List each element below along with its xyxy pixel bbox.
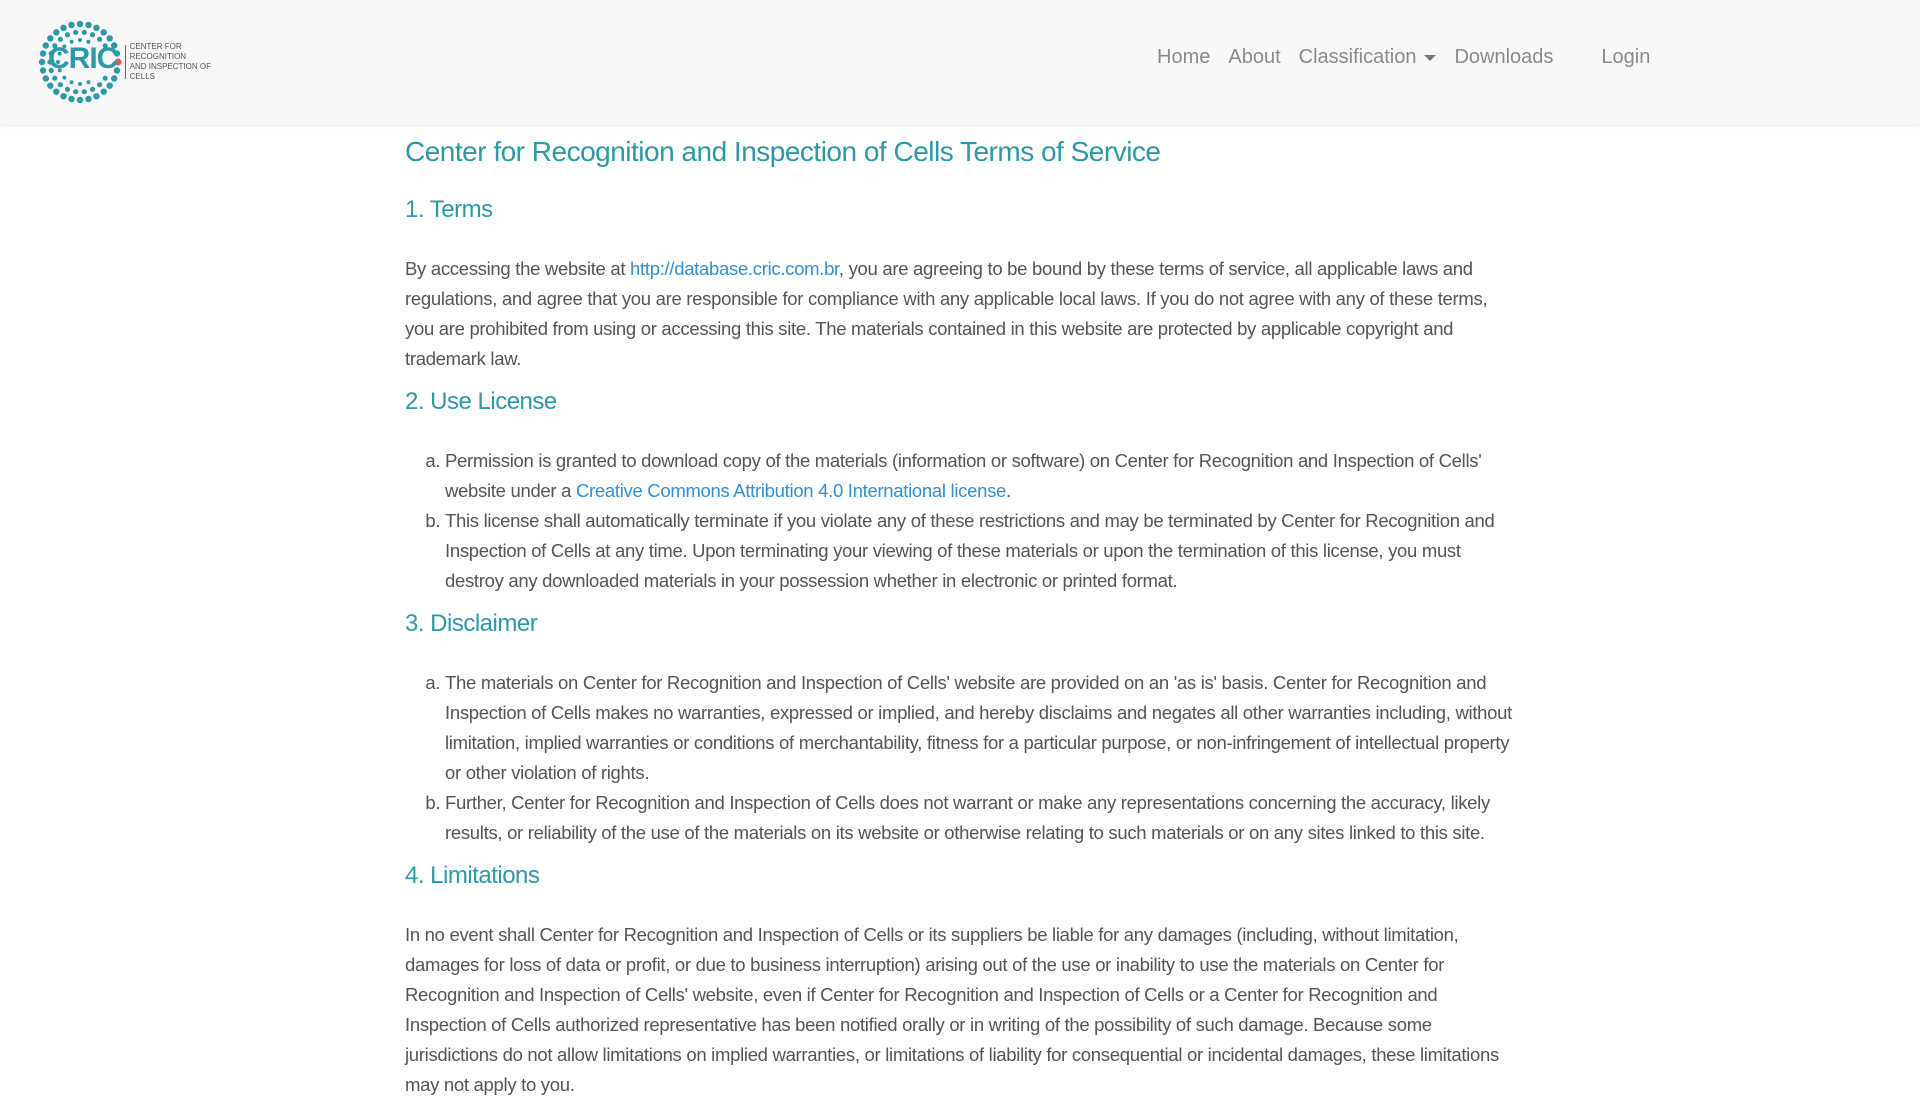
cric-logo[interactable]: CRIC Center for Recognition and Inspecti… — [38, 20, 228, 104]
logo-letters: CRIC — [48, 42, 118, 75]
logo-dot — [60, 24, 67, 31]
logo-dot — [76, 96, 84, 104]
top-navbar: CRIC Center for Recognition and Inspecti… — [0, 0, 1920, 125]
nav-classification-dropdown[interactable]: Classification — [1299, 46, 1437, 69]
nav-login-link[interactable]: Login — [1601, 46, 1650, 69]
logo-dot — [89, 32, 96, 38]
use-license-item-a: Permission is granted to download copy o… — [445, 446, 1515, 506]
logo-dot — [93, 93, 100, 100]
logo-subtitle-line-1: Center for Recognition — [129, 42, 187, 61]
logo-dot — [81, 29, 87, 35]
logo-dot — [86, 80, 91, 85]
nav-classification-label: Classification — [1298, 46, 1417, 68]
logo-dot — [73, 89, 79, 95]
logo-dot — [57, 82, 63, 88]
logo-dot — [102, 75, 108, 81]
terms-heading: 1. Terms — [405, 196, 493, 223]
nav-links: Home About Classification Downloads Logi… — [1157, 46, 1668, 69]
logo-dot — [78, 82, 82, 86]
logo-dot — [42, 75, 49, 82]
logo-dot — [47, 82, 54, 89]
logo-dot — [97, 82, 103, 88]
logo-dot — [89, 86, 96, 92]
terms-paragraph: By accessing the website at http://datab… — [405, 254, 1515, 374]
disclaimer-list: The materials on Center for Recognition … — [405, 668, 1515, 848]
logo-dot — [53, 29, 60, 36]
page-title: Center for Recognition and Inspection of… — [405, 136, 1161, 167]
logo-dot — [106, 35, 113, 42]
logo-dot — [111, 75, 118, 82]
logo-dot — [106, 82, 113, 89]
terms-text-before-link: By accessing the website at — [405, 258, 631, 279]
disclaimer-item-b: Further, Center for Recognition and Insp… — [445, 788, 1515, 848]
logo-dot — [68, 95, 75, 103]
logo-subtitle: Center for Recognition and Inspection of… — [130, 42, 228, 82]
nav-about-link[interactable]: About — [1228, 46, 1280, 69]
logo-dot — [69, 80, 74, 85]
logo-divider — [124, 45, 126, 79]
logo-dot — [85, 21, 92, 29]
logo-dot — [64, 32, 71, 38]
logo-dot — [62, 75, 67, 80]
database-link[interactable]: http://database.cric.com.br — [630, 258, 839, 279]
disclaimer-heading: 3. Disclaimer — [405, 610, 538, 637]
terms-content: Center for Recognition and Inspection of… — [405, 128, 1515, 1114]
nav-home-link[interactable]: Home — [1157, 46, 1210, 69]
logo-subtitle-line-2: and Inspection of Cells — [129, 62, 211, 81]
cc-license-link[interactable]: Creative Commons Attribution 4.0 Interna… — [576, 480, 1006, 501]
disclaimer-item-a: The materials on Center for Recognition … — [445, 668, 1515, 788]
use-license-heading: 2. Use License — [405, 388, 557, 415]
logo-dot — [64, 86, 71, 92]
logo-dot — [39, 50, 47, 57]
logo-dots-icon: CRIC — [38, 20, 122, 104]
logo-dot — [81, 89, 87, 95]
caret-down-icon — [1424, 54, 1437, 61]
logo-dot — [85, 95, 92, 103]
logo-dot — [76, 20, 84, 28]
logo-dot — [93, 24, 100, 31]
limitations-paragraph: In no event shall Center for Recognition… — [405, 924, 1499, 1095]
logo-dot — [53, 88, 60, 95]
use-license-item-a-end: . — [1006, 480, 1011, 501]
use-license-list: Permission is granted to download copy o… — [405, 446, 1515, 596]
logo-dot — [73, 29, 79, 35]
use-license-item-b: This license shall automatically termina… — [445, 506, 1515, 596]
logo-dot — [39, 67, 47, 74]
logo-dot — [47, 35, 54, 42]
logo-dot — [100, 88, 107, 95]
logo-dot — [52, 75, 58, 81]
logo-dot — [68, 21, 75, 29]
limitations-heading: 4. Limitations — [405, 862, 540, 889]
nav-downloads-link[interactable]: Downloads — [1454, 46, 1553, 69]
logo-dot — [38, 58, 46, 66]
logo-dot — [60, 93, 67, 100]
logo-dot — [100, 29, 107, 36]
